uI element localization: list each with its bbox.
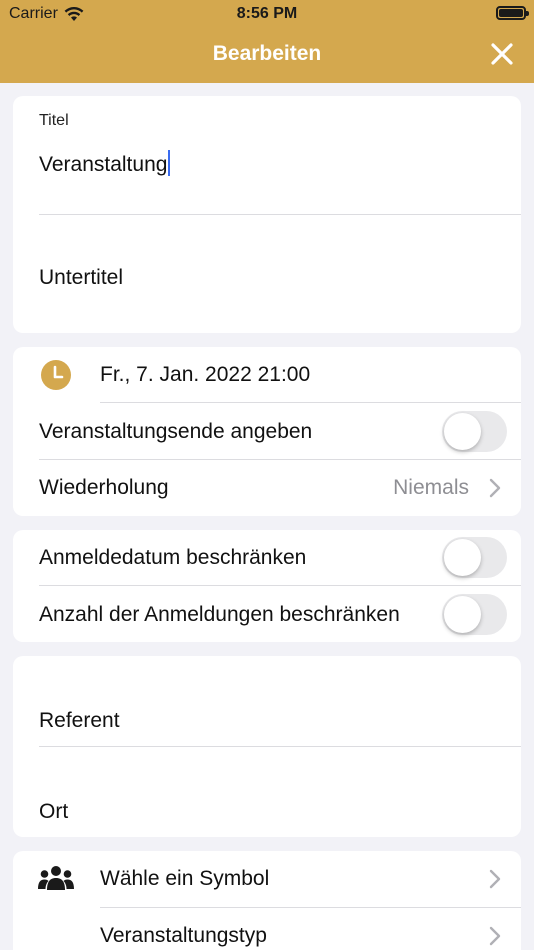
limit-date-label: Anmeldedatum beschränken (39, 546, 307, 569)
end-date-toggle[interactable] (442, 411, 507, 452)
people-group-icon (38, 866, 74, 890)
title-value: Veranstaltung (39, 153, 168, 176)
end-date-label: Veranstaltungsende angeben (39, 420, 313, 443)
repeat-value: Niemals (393, 476, 469, 499)
divider (39, 214, 521, 215)
location-input[interactable]: Ort (39, 800, 68, 824)
start-date-field[interactable]: Fr., 7. Jan. 2022 21:00 (100, 363, 310, 387)
clock-icon (41, 360, 71, 390)
navigation-bar: Carrier 8:56 PM Bearbeiten (0, 0, 534, 83)
repeat-row[interactable]: Wiederholung Niemals (13, 460, 521, 516)
chevron-right-icon (489, 869, 501, 889)
date-card: Fr., 7. Jan. 2022 21:00 Veranstaltungsen… (13, 347, 521, 516)
page-title: Bearbeiten (212, 42, 322, 65)
symbol-row[interactable]: Wähle ein Symbol (13, 851, 521, 907)
event-type-row[interactable]: Veranstaltungstyp (13, 908, 521, 950)
symbol-card: Wähle ein Symbol Veranstaltungstyp (13, 851, 521, 950)
details-card: Referent Ort (13, 656, 521, 837)
speaker-input[interactable]: Referent (39, 709, 120, 733)
text-cursor (168, 150, 171, 176)
registration-card: Anmeldedatum beschränken Anzahl der Anme… (13, 530, 521, 642)
limit-date-toggle[interactable] (442, 537, 507, 578)
toggle-knob (444, 413, 481, 450)
divider (39, 585, 521, 586)
chevron-right-icon (489, 926, 501, 946)
divider (39, 746, 521, 747)
battery-icon (496, 6, 529, 20)
title-label: Titel (39, 112, 69, 129)
status-time: 8:56 PM (236, 5, 298, 22)
close-icon[interactable] (490, 42, 514, 66)
divider (100, 402, 521, 403)
toggle-knob (444, 539, 481, 576)
repeat-label: Wiederholung (39, 476, 169, 499)
event-type-label: Veranstaltungstyp (100, 924, 267, 947)
chevron-right-icon (489, 478, 501, 498)
title-input[interactable]: Veranstaltung (39, 150, 171, 177)
title-card: Titel Veranstaltung Untertitel (13, 96, 521, 333)
limit-count-label: Anzahl der Anmeldungen beschränken (39, 603, 400, 626)
status-bar: Carrier 8:56 PM (0, 0, 534, 28)
toggle-knob (444, 596, 481, 633)
limit-count-toggle[interactable] (442, 594, 507, 635)
subtitle-input[interactable]: Untertitel (39, 266, 123, 290)
symbol-label: Wähle ein Symbol (100, 867, 270, 890)
